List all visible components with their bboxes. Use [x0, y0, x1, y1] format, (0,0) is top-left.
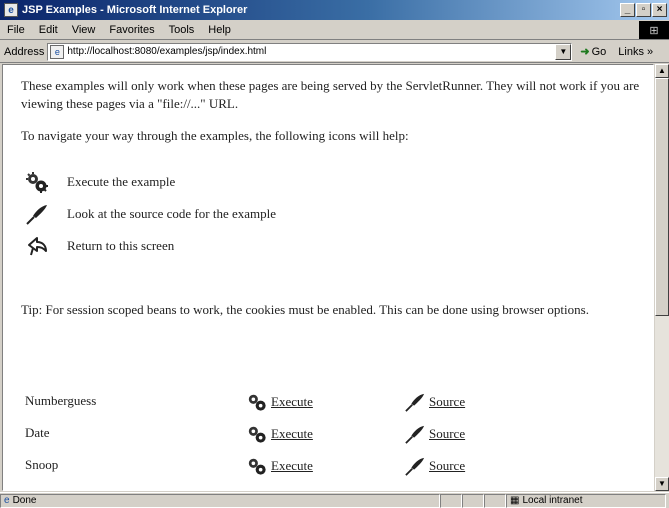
status-bar: e Done ▦ Local intranet [0, 492, 669, 508]
status-cell-progress [440, 493, 462, 508]
example-name: Date [25, 425, 50, 440]
status-cell-extra [484, 493, 506, 508]
page-icon: e [4, 495, 10, 506]
execute-link-label[interactable]: Execute [271, 458, 313, 474]
source-link-label[interactable]: Source [429, 394, 465, 410]
quill-icon [401, 423, 429, 445]
source-link-numberguess[interactable]: Source [401, 391, 465, 413]
legend-execute-label: Execute the example [67, 174, 176, 189]
window-title: JSP Examples - Microsoft Internet Explor… [22, 4, 248, 16]
zone-cell: ▦ Local intranet [506, 493, 666, 508]
return-arrow-icon [25, 235, 49, 257]
title-bar: e JSP Examples - Microsoft Internet Expl… [0, 0, 669, 20]
quill-icon [401, 391, 429, 413]
menu-bar: File Edit View Favorites Tools Help ⊞ [0, 20, 669, 40]
address-dropdown-icon[interactable]: ▼ [555, 43, 572, 60]
execute-link-label[interactable]: Execute [271, 426, 313, 442]
links-button[interactable]: Links » [618, 46, 653, 58]
status-text-cell: e Done [0, 493, 440, 508]
minimize-button[interactable]: _ [620, 3, 635, 17]
vertical-scrollbar[interactable]: ▲ ▼ [655, 64, 669, 491]
go-arrow-icon: ➜ [580, 46, 590, 58]
address-field[interactable]: e http://localhost:8080/examples/jsp/ind… [47, 42, 573, 61]
close-button[interactable]: × [652, 3, 667, 17]
menu-edit[interactable]: Edit [32, 24, 65, 36]
gears-icon [243, 455, 271, 477]
menu-tools[interactable]: Tools [162, 24, 202, 36]
legend-execute: Execute the example [25, 171, 175, 193]
tip-text: Tip: For session scoped beans to work, t… [21, 302, 589, 317]
menu-view[interactable]: View [65, 24, 103, 36]
maximize-button[interactable]: ▫ [636, 3, 651, 17]
menu-help[interactable]: Help [201, 24, 238, 36]
status-text: Done [12, 495, 37, 506]
example-name: Snoop [25, 457, 59, 472]
menu-favorites[interactable]: Favorites [102, 24, 161, 36]
scroll-down-icon[interactable]: ▼ [655, 477, 669, 491]
intranet-icon: ▦ [510, 495, 520, 506]
execute-link-label[interactable]: Execute [271, 394, 313, 410]
legend-return-label: Return to this screen [67, 238, 175, 253]
gears-icon [243, 391, 271, 413]
go-label: Go [591, 45, 607, 58]
quill-icon [401, 455, 429, 477]
execute-link-date[interactable]: Execute [243, 423, 313, 445]
windows-logo-icon: ⊞ [639, 21, 669, 39]
quill-icon [25, 203, 49, 225]
scroll-thumb[interactable] [655, 78, 669, 316]
gears-icon [243, 423, 271, 445]
zone-label: Local intranet [522, 495, 583, 506]
example-row-date: Date Execute Source [25, 423, 645, 445]
status-cell-secure [462, 493, 484, 508]
legend-source-label: Look at the source code for the example [67, 206, 276, 221]
source-link-date[interactable]: Source [401, 423, 465, 445]
address-url[interactable]: http://localhost:8080/examples/jsp/index… [67, 46, 555, 57]
execute-link-numberguess[interactable]: Execute [243, 391, 313, 413]
address-label: Address [4, 45, 45, 58]
execute-link-snoop[interactable]: Execute [243, 455, 313, 477]
source-link-label[interactable]: Source [429, 426, 465, 442]
legend-return: Return to this screen [25, 235, 174, 257]
address-bar: Address e http://localhost:8080/examples… [0, 41, 669, 63]
source-link-label[interactable]: Source [429, 458, 465, 474]
navigate-text: To navigate your way through the example… [21, 128, 409, 143]
menu-file[interactable]: File [0, 24, 32, 36]
window-controls: _ ▫ × [620, 3, 667, 17]
go-button[interactable]: ➜ Go [580, 45, 607, 59]
example-row-numberguess: Numberguess Execute Source [25, 391, 645, 413]
ie-logo-icon: e [4, 3, 18, 17]
legend-source: Look at the source code for the example [25, 203, 276, 225]
source-link-snoop[interactable]: Source [401, 455, 465, 477]
page-content: These examples will only work when these… [2, 64, 654, 491]
intro-text: These examples will only work when these… [21, 78, 640, 111]
gears-icon [25, 171, 49, 193]
example-row-snoop: Snoop Execute Source [25, 455, 645, 477]
scroll-up-icon[interactable]: ▲ [655, 64, 669, 78]
example-name: Numberguess [25, 393, 97, 408]
page-icon: e [50, 44, 65, 59]
